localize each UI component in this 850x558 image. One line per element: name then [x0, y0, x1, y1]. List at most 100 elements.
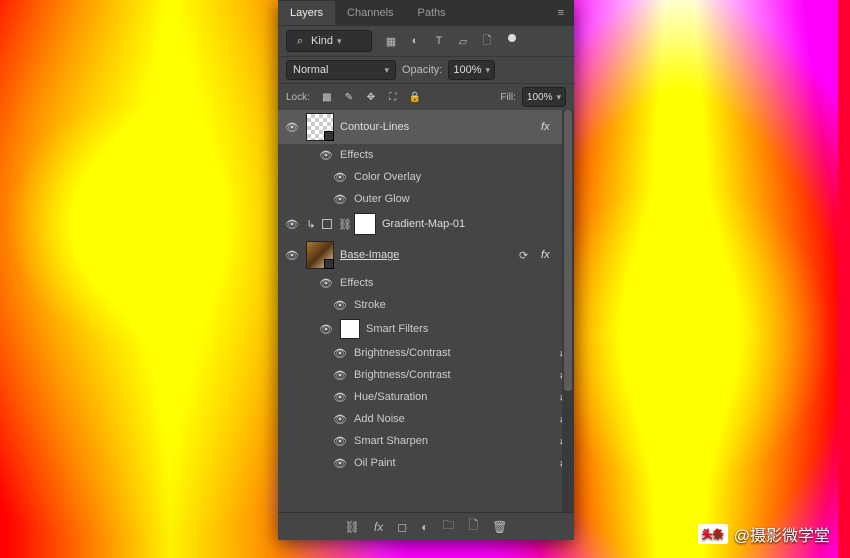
- lock-position-icon[interactable]: ✥: [364, 90, 378, 104]
- layer-mask-thumbnail[interactable]: [354, 213, 376, 235]
- filter-kind-select[interactable]: ⌕ Kind ▾: [286, 30, 372, 52]
- filter-mask-thumbnail[interactable]: [340, 319, 360, 339]
- watermark-text: @摄影微学堂: [734, 522, 830, 546]
- lock-fill-row: Lock: ▩ ✎ ✥ ⛶ 🔒 Fill: 100% ▾: [278, 84, 574, 110]
- layers-panel: Layers Channels Paths ≡ ⌕ Kind ▾ ▦ ◐ T ▱…: [278, 0, 574, 540]
- add-adjustment-icon[interactable]: ◐: [421, 520, 428, 534]
- search-icon: ⌕: [293, 34, 307, 48]
- filter-pixel-icon[interactable]: ▦: [384, 34, 398, 48]
- filter-add-noise[interactable]: 👁 Add Noise ⇄: [278, 408, 574, 430]
- visibility-toggle-icon[interactable]: 👁: [332, 457, 348, 470]
- filter-shape-icon[interactable]: ▱: [456, 34, 470, 48]
- effect-color-overlay[interactable]: 👁 Color Overlay: [278, 166, 574, 188]
- visibility-toggle-icon[interactable]: 👁: [332, 193, 348, 206]
- visibility-toggle-icon[interactable]: 👁: [332, 435, 348, 448]
- filter-kind-label: Kind: [311, 35, 333, 47]
- visibility-toggle-icon[interactable]: 👁: [284, 121, 300, 134]
- effects-label: Effects: [340, 149, 568, 161]
- filter-oil-paint[interactable]: 👁 Oil Paint ⇄: [278, 452, 574, 474]
- filter-smart-sharpen[interactable]: 👁 Smart Sharpen ⇄: [278, 430, 574, 452]
- add-fx-icon[interactable]: fx: [374, 520, 383, 534]
- watermark-badge: 头条: [698, 524, 728, 544]
- delete-layer-icon[interactable]: 🗑: [492, 520, 507, 534]
- fill-value: 100%: [527, 92, 553, 103]
- tab-layers[interactable]: Layers: [278, 1, 335, 25]
- fx-indicator[interactable]: fx: [541, 249, 550, 261]
- filter-name: Add Noise: [354, 413, 554, 425]
- visibility-toggle-icon[interactable]: 👁: [332, 299, 348, 312]
- visibility-toggle-icon[interactable]: 👁: [284, 249, 300, 262]
- opacity-label: Opacity:: [402, 64, 442, 76]
- layer-thumbnail[interactable]: [306, 241, 334, 269]
- fx-indicator[interactable]: fx: [541, 121, 550, 133]
- chevron-down-icon: ▾: [486, 65, 491, 76]
- new-group-icon[interactable]: 🗀: [442, 516, 454, 537]
- visibility-toggle-icon[interactable]: 👁: [332, 391, 348, 404]
- smart-filters-label: Smart Filters: [366, 323, 568, 335]
- layer-contour-lines[interactable]: 👁 Contour-Lines fx ⌃: [278, 110, 574, 144]
- panel-tabbar: Layers Channels Paths ≡: [278, 0, 574, 26]
- filter-brightness-contrast[interactable]: 👁 Brightness/Contrast ⇄: [278, 364, 574, 386]
- lock-brush-icon[interactable]: ✎: [342, 90, 356, 104]
- smartobj-badge-icon: [324, 131, 334, 141]
- effect-stroke[interactable]: 👁 Stroke: [278, 294, 574, 316]
- blend-mode-select[interactable]: Normal ▾: [286, 60, 396, 80]
- layers-list: 👁 Contour-Lines fx ⌃ 👁 Effects 👁 Color O…: [278, 110, 574, 512]
- filter-type-icon[interactable]: T: [432, 34, 446, 48]
- filter-toggle-icon[interactable]: [508, 34, 516, 42]
- layer-base-image[interactable]: 👁 Base-Image ⟳ fx ⌃: [278, 238, 574, 272]
- filter-smartobj-icon[interactable]: 🗋: [480, 34, 494, 48]
- filter-hue-saturation[interactable]: 👁 Hue/Saturation ⇄: [278, 386, 574, 408]
- fill-input[interactable]: 100% ▾: [522, 87, 566, 107]
- effect-name: Outer Glow: [354, 193, 568, 205]
- layer-filter-row: ⌕ Kind ▾ ▦ ◐ T ▱ 🗋: [278, 26, 574, 56]
- add-mask-icon[interactable]: ◻: [397, 520, 407, 534]
- visibility-toggle-icon[interactable]: 👁: [332, 171, 348, 184]
- filter-brightness-contrast[interactable]: 👁 Brightness/Contrast ⇄: [278, 342, 574, 364]
- lock-all-icon[interactable]: 🔒: [408, 90, 422, 104]
- visibility-toggle-icon[interactable]: 👁: [332, 413, 348, 426]
- layer-name[interactable]: Contour-Lines: [340, 121, 531, 133]
- effects-label: Effects: [340, 277, 568, 289]
- chevron-down-icon: ▾: [556, 92, 561, 103]
- filter-name: Hue/Saturation: [354, 391, 554, 403]
- adjustment-icon[interactable]: [322, 219, 332, 229]
- visibility-toggle-icon[interactable]: 👁: [318, 277, 334, 290]
- filter-name: Smart Sharpen: [354, 435, 554, 447]
- blend-mode-value: Normal: [293, 64, 328, 76]
- layer-gradient-map[interactable]: 👁 ↳ ⛓ Gradient-Map-01: [278, 210, 574, 238]
- effects-header[interactable]: 👁 Effects: [278, 144, 574, 166]
- link-icon[interactable]: ⛓: [338, 218, 348, 231]
- layers-panel-footer: ⛓ fx ◻ ◐ 🗀 🗋 🗑: [278, 512, 574, 540]
- opacity-value: 100%: [453, 64, 481, 76]
- visibility-toggle-icon[interactable]: 👁: [318, 323, 334, 336]
- lock-artboard-icon[interactable]: ⛶: [386, 90, 400, 104]
- effect-name: Color Overlay: [354, 171, 568, 183]
- layer-thumbnail[interactable]: [306, 113, 334, 141]
- layer-name[interactable]: Gradient-Map-01: [382, 218, 568, 230]
- panel-scrollbar[interactable]: [562, 110, 574, 512]
- tab-channels[interactable]: Channels: [335, 1, 405, 25]
- link-layers-icon[interactable]: ⛓: [345, 520, 360, 534]
- panel-menu-icon[interactable]: ≡: [548, 7, 574, 19]
- visibility-toggle-icon[interactable]: 👁: [318, 149, 334, 162]
- chevron-down-icon: ▾: [384, 65, 389, 76]
- smart-filters-header[interactable]: 👁 Smart Filters: [278, 316, 574, 342]
- visibility-toggle-icon[interactable]: 👁: [284, 218, 300, 231]
- effect-outer-glow[interactable]: 👁 Outer Glow: [278, 188, 574, 210]
- opacity-input[interactable]: 100% ▾: [448, 60, 495, 80]
- visibility-toggle-icon[interactable]: 👁: [332, 347, 348, 360]
- scrollbar-thumb[interactable]: [564, 110, 572, 391]
- filter-type-icons: ▦ ◐ T ▱ 🗋: [384, 34, 516, 48]
- watermark: 头条 @摄影微学堂: [698, 522, 830, 546]
- smartobj-badge-icon: [324, 259, 334, 269]
- filter-name: Brightness/Contrast: [354, 369, 554, 381]
- new-layer-icon[interactable]: 🗋: [468, 516, 478, 537]
- tab-paths[interactable]: Paths: [406, 1, 458, 25]
- visibility-toggle-icon[interactable]: 👁: [332, 369, 348, 382]
- effects-header[interactable]: 👁 Effects: [278, 272, 574, 294]
- clip-indicator-icon: ↳: [306, 218, 316, 231]
- layer-name[interactable]: Base-Image: [340, 249, 513, 261]
- lock-transparency-icon[interactable]: ▩: [320, 90, 334, 104]
- filter-adjustment-icon[interactable]: ◐: [408, 34, 422, 48]
